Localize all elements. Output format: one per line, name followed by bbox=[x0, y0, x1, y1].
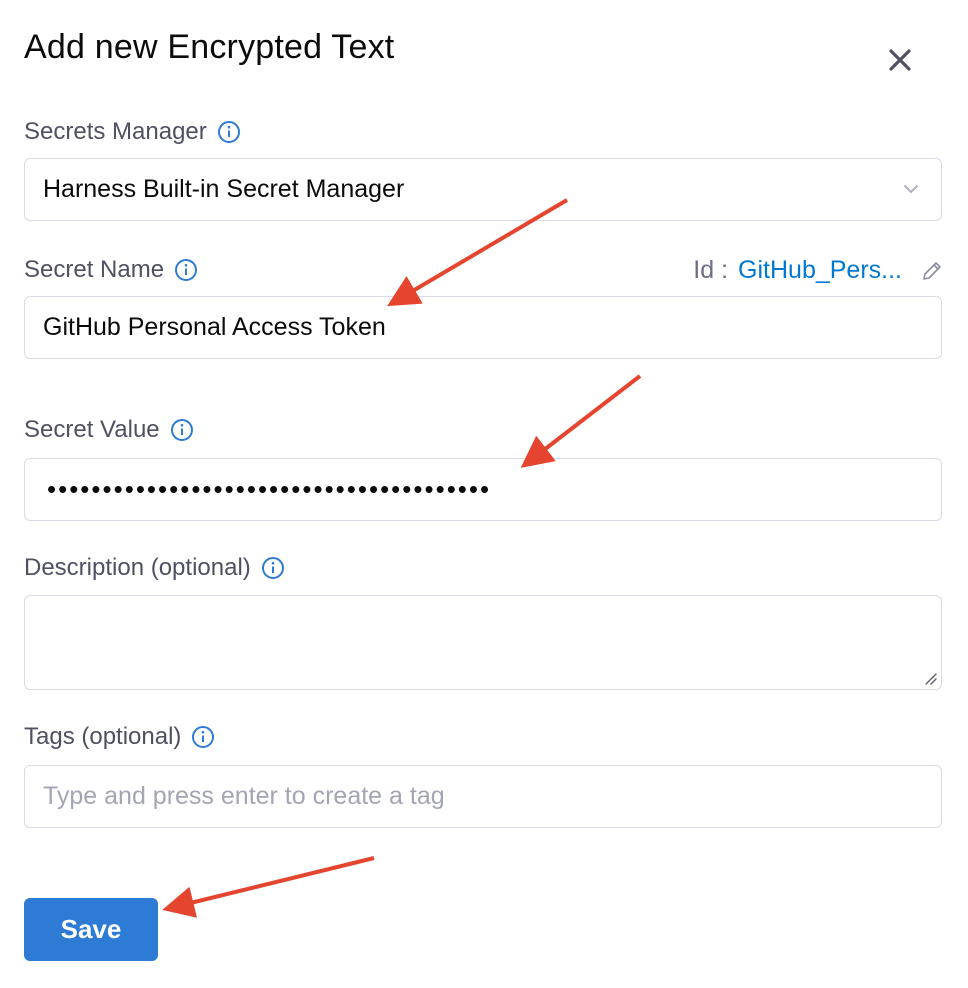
secrets-manager-label-row: Secrets Manager bbox=[24, 118, 241, 146]
tags-placeholder: Type and press enter to create a tag bbox=[43, 782, 445, 810]
secrets-manager-label: Secrets Manager bbox=[24, 118, 207, 145]
tags-label: Tags (optional) bbox=[24, 723, 182, 750]
secrets-manager-select[interactable]: Harness Built-in Secret Manager bbox=[24, 158, 942, 221]
secret-value-label-row: Secret Value bbox=[24, 416, 194, 444]
secret-name-label: Secret Name bbox=[24, 256, 165, 283]
info-icon[interactable] bbox=[170, 418, 194, 442]
chevron-down-icon[interactable] bbox=[901, 179, 921, 199]
description-label: Description (optional) bbox=[24, 554, 251, 581]
secret-name-label-row: Secret Name bbox=[24, 256, 198, 284]
info-icon[interactable] bbox=[217, 120, 241, 144]
info-icon[interactable] bbox=[191, 725, 215, 749]
annotation-arrow-secret-value bbox=[520, 374, 642, 468]
annotation-arrow-save bbox=[162, 856, 375, 918]
description-textarea[interactable] bbox=[24, 595, 942, 690]
secret-value-input[interactable]: •••••••••••••••••••••••••••••••••••••••• bbox=[24, 458, 942, 521]
secret-name-input[interactable]: GitHub Personal Access Token bbox=[24, 296, 942, 359]
dialog-title: Add new Encrypted Text bbox=[24, 28, 395, 66]
info-icon[interactable] bbox=[261, 556, 285, 580]
save-button[interactable]: Save bbox=[24, 898, 158, 961]
resize-handle-icon[interactable] bbox=[923, 671, 937, 685]
description-label-row: Description (optional) bbox=[24, 554, 285, 582]
tags-input[interactable]: Type and press enter to create a tag bbox=[24, 765, 942, 828]
pencil-icon[interactable] bbox=[920, 259, 944, 283]
secret-name-value: GitHub Personal Access Token bbox=[43, 313, 386, 341]
close-icon[interactable] bbox=[884, 44, 916, 76]
secret-value-label: Secret Value bbox=[24, 416, 160, 443]
tags-label-row: Tags (optional) bbox=[24, 723, 215, 751]
secret-id-label: Id : bbox=[693, 256, 729, 284]
info-icon[interactable] bbox=[174, 258, 198, 282]
secrets-manager-value: Harness Built-in Secret Manager bbox=[43, 175, 405, 203]
secret-id-row: Id : GitHub_Pers... bbox=[693, 256, 944, 285]
secret-value-masked: •••••••••••••••••••••••••••••••••••••••• bbox=[47, 474, 492, 504]
secret-id-value[interactable]: GitHub_Pers... bbox=[738, 256, 902, 285]
